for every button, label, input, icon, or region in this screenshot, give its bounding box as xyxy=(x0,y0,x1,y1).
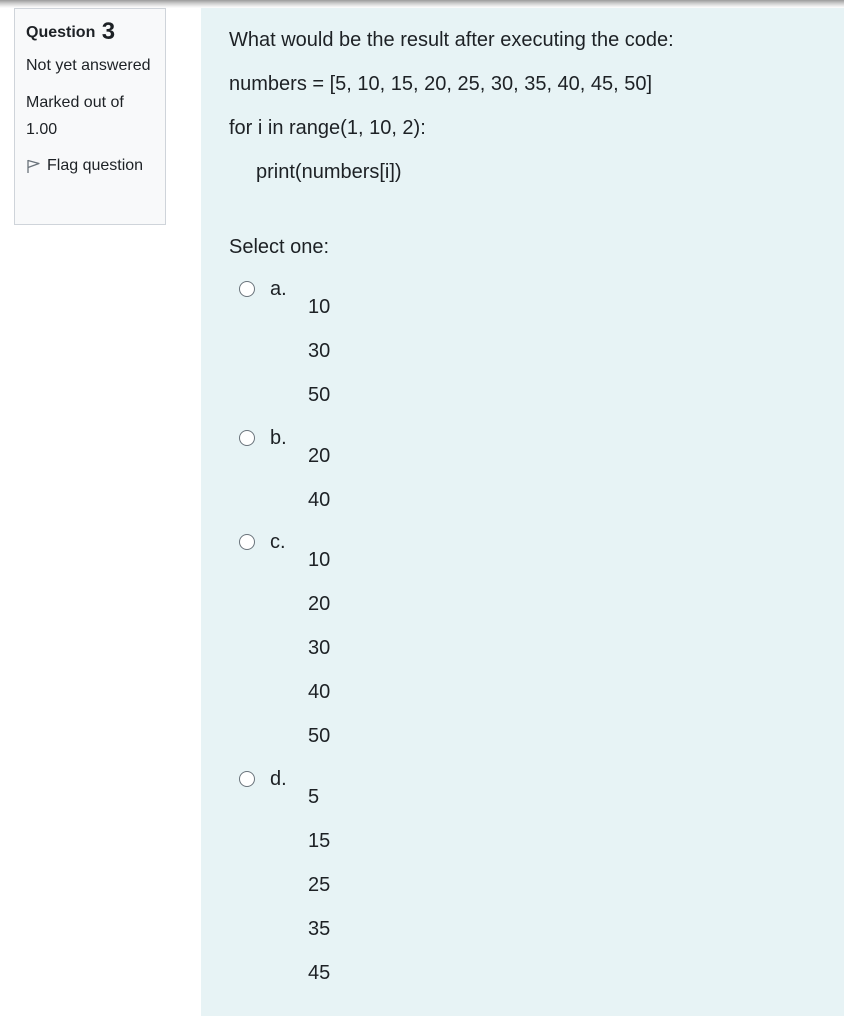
option-value: 15 xyxy=(308,830,331,852)
option-value: 45 xyxy=(308,962,331,984)
question-line-4: print(numbers[i]) xyxy=(256,161,402,183)
option-value: 35 xyxy=(308,918,331,940)
option-values-b: 20 40 xyxy=(308,434,330,522)
option-value: 30 xyxy=(308,637,331,659)
radio-button-d[interactable] xyxy=(239,771,255,787)
quiz-page: Question 3 Not yet answered Marked out o… xyxy=(0,0,844,1024)
question-info-panel: Question 3 Not yet answered Marked out o… xyxy=(14,8,166,225)
option-label-b: b. xyxy=(270,427,287,449)
option-value: 40 xyxy=(308,489,331,511)
option-values-a: 10 30 50 xyxy=(308,285,330,417)
question-state: Not yet answered xyxy=(26,57,151,74)
option-value: 20 xyxy=(308,593,331,615)
question-grade: Marked out of 1.00 xyxy=(26,94,124,138)
select-prompt: Select one: xyxy=(229,236,330,258)
header-shadow xyxy=(0,0,844,8)
question-line-3: for i in range(1, 10, 2): xyxy=(229,117,426,139)
flag-icon xyxy=(27,159,40,173)
question-line-1: What would be the result after executing… xyxy=(229,29,674,51)
option-value: 10 xyxy=(308,549,331,571)
option-value: 20 xyxy=(308,445,331,467)
question-line-2: numbers = [5, 10, 15, 20, 25, 30, 35, 40… xyxy=(229,73,653,95)
option-label-a: a. xyxy=(270,278,287,300)
option-value: 25 xyxy=(308,874,331,896)
option-label-c: c. xyxy=(270,531,286,553)
radio-button-c[interactable] xyxy=(239,534,255,550)
radio-button-b[interactable] xyxy=(239,430,255,446)
radio-button-a[interactable] xyxy=(239,281,255,297)
option-value: 50 xyxy=(308,725,331,747)
flag-question-label: Flag question xyxy=(47,157,144,174)
question-content: What would be the result after executing… xyxy=(201,8,844,1016)
question-label: Question xyxy=(26,24,96,41)
option-value: 40 xyxy=(308,681,331,703)
option-value: 30 xyxy=(308,340,331,362)
option-values-d: 5 15 25 35 45 xyxy=(308,775,330,995)
question-number-value: 3 xyxy=(101,18,116,45)
option-value: 5 xyxy=(308,786,320,808)
flag-question-link[interactable]: Flag question xyxy=(26,155,165,177)
option-label-d: d. xyxy=(270,768,287,790)
option-value: 50 xyxy=(308,384,331,406)
option-value: 10 xyxy=(308,296,331,318)
question-number: Question 3 xyxy=(26,18,165,45)
option-values-c: 10 20 30 40 50 xyxy=(308,538,330,758)
